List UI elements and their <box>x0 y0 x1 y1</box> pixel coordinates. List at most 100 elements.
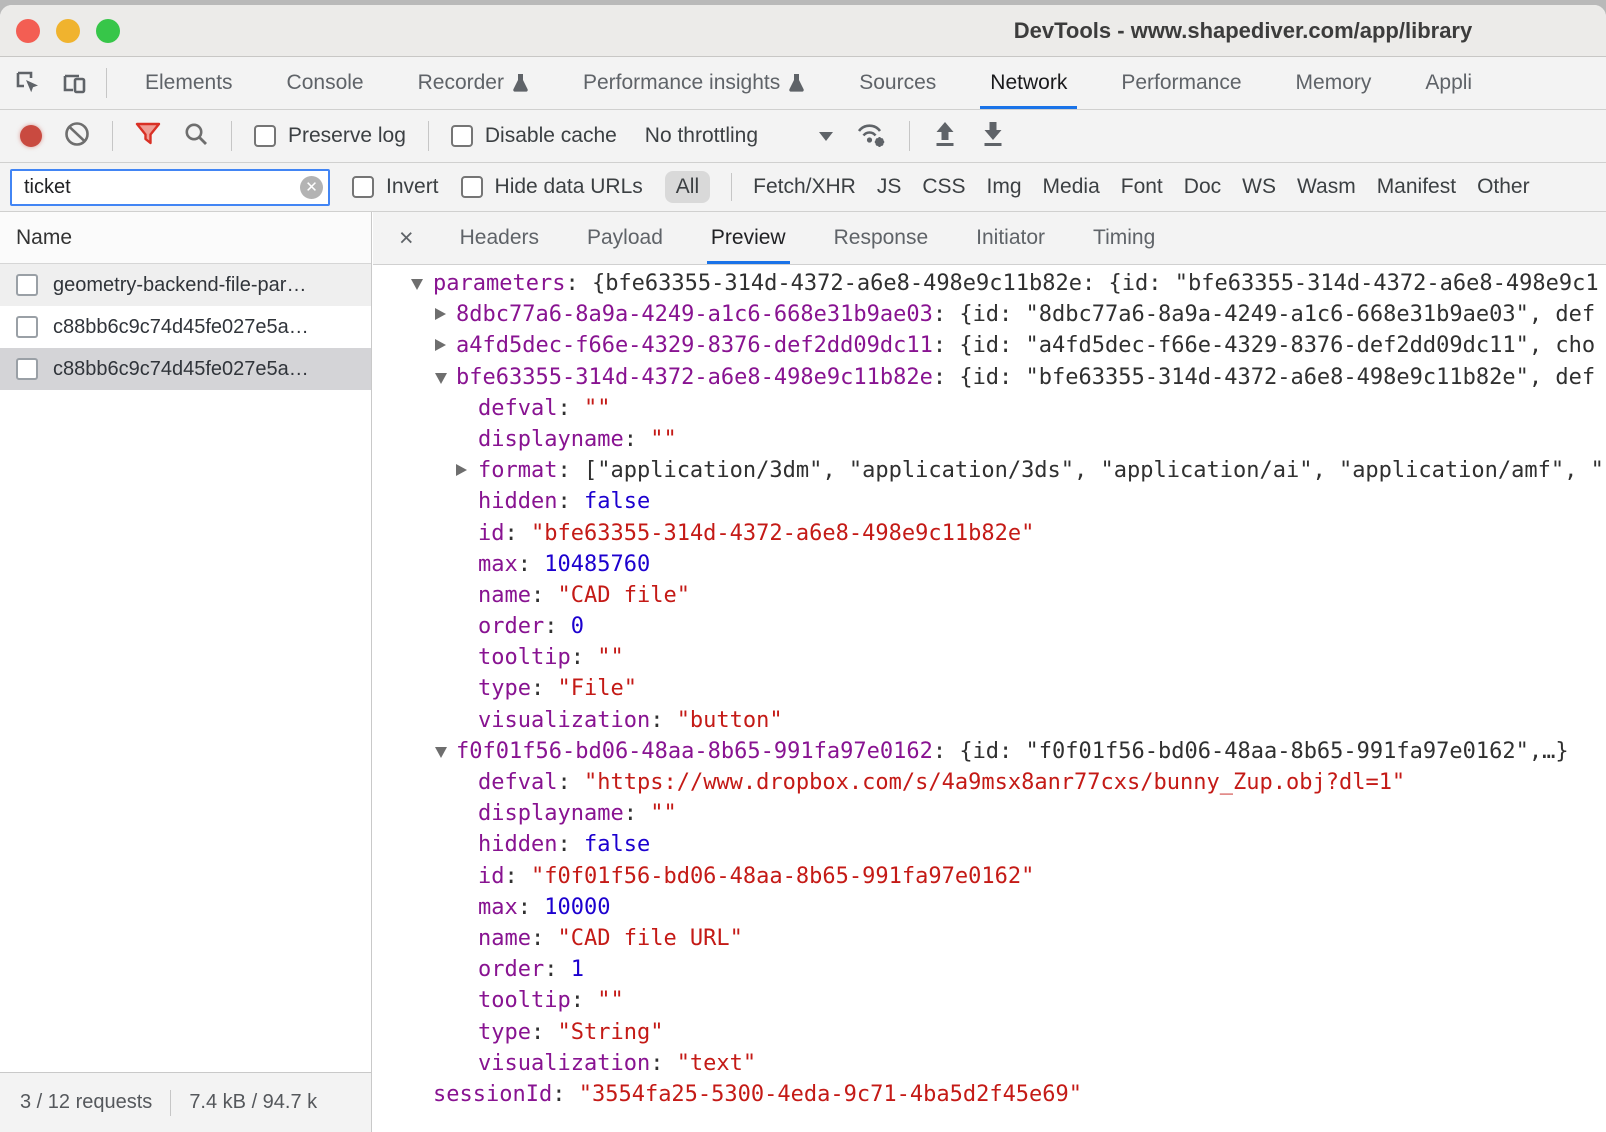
hide-data-urls-toggle[interactable]: Hide data URLs <box>461 175 643 199</box>
export-har-button[interactable] <box>980 120 1006 153</box>
tree-preview-text: : <box>531 583 558 608</box>
tree-row[interactable]: format: ["application/3dm", "application… <box>373 455 1606 486</box>
inspect-element-button[interactable] <box>8 63 48 103</box>
tree-string-value: "" <box>650 801 677 826</box>
detail-tab-response[interactable]: Response <box>830 212 933 264</box>
tree-preview-text: : ["application/3dm", "application/3ds",… <box>557 458 1603 483</box>
tree-key: defval <box>478 396 557 421</box>
network-conditions-button[interactable] <box>855 119 887 154</box>
tree-string-value: "" <box>597 645 624 670</box>
import-har-button[interactable] <box>932 120 958 153</box>
tree-preview-text: : {bfe63355-314d-4372-a6e8-498e9c11b82e:… <box>565 271 1598 296</box>
tree-preview-text: : <box>544 614 571 639</box>
expand-arrow-icon[interactable] <box>435 308 446 320</box>
tree-row: order: 0 <box>373 611 1606 642</box>
zoom-window-button[interactable] <box>96 19 120 43</box>
clear-filter-icon[interactable]: ✕ <box>300 176 323 199</box>
tree-key: order <box>478 957 544 982</box>
filter-type-css[interactable]: CSS <box>922 175 965 199</box>
filter-type-font[interactable]: Font <box>1121 175 1163 199</box>
tree-string-value: "" <box>597 988 624 1013</box>
filter-type-js[interactable]: JS <box>877 175 902 199</box>
tree-row: name: "CAD file URL" <box>373 923 1606 954</box>
invert-toggle[interactable]: Invert <box>352 175 439 199</box>
network-filter-bar: ✕ Invert Hide data URLs All Fetch/XHR JS CS… <box>0 163 1606 212</box>
request-row[interactable]: geometry-backend-file-par… <box>0 264 371 306</box>
disable-cache-checkbox[interactable] <box>451 125 473 147</box>
filter-type-media[interactable]: Media <box>1043 175 1100 199</box>
tree-string-value: "3554fa25-5300-4eda-9c71-4ba5d2f45e69" <box>579 1082 1082 1107</box>
detail-tab-timing[interactable]: Timing <box>1089 212 1159 264</box>
preserve-log-checkbox[interactable] <box>254 125 276 147</box>
request-checkbox[interactable] <box>16 358 38 380</box>
record-network-log-icon[interactable] <box>20 125 42 147</box>
filter-type-other[interactable]: Other <box>1477 175 1530 199</box>
tab-console[interactable]: Console <box>277 57 374 109</box>
tree-row[interactable]: f0f01f56-bd06-48aa-8b65-991fa97e0162: {i… <box>373 736 1606 767</box>
tab-appli[interactable]: Appli <box>1415 57 1482 109</box>
tab-label: Network <box>990 71 1067 95</box>
filter-input[interactable] <box>10 169 330 206</box>
filter-type-manifest[interactable]: Manifest <box>1377 175 1456 199</box>
tree-row: hidden: false <box>373 486 1606 517</box>
collapse-arrow-icon[interactable] <box>411 279 423 290</box>
filter-type-img[interactable]: Img <box>987 175 1022 199</box>
tree-row: tooltip: "" <box>373 642 1606 673</box>
tree-number-value: 0 <box>571 614 584 639</box>
detail-tab-preview[interactable]: Preview <box>707 212 790 264</box>
filter-type-wasm[interactable]: Wasm <box>1297 175 1356 199</box>
tree-row: id: "bfe63355-314d-4372-a6e8-498e9c11b82… <box>373 518 1606 549</box>
filter-type-ws[interactable]: WS <box>1242 175 1276 199</box>
close-window-button[interactable] <box>16 19 40 43</box>
tree-row[interactable]: a4fd5dec-f66e-4329-8376-def2dd09dc11: {i… <box>373 330 1606 361</box>
tree-row[interactable]: bfe63355-314d-4372-a6e8-498e9c11b82e: {i… <box>373 362 1606 393</box>
clear-icon <box>64 121 90 147</box>
toggle-device-toolbar-button[interactable] <box>54 63 94 103</box>
disable-cache-toggle[interactable]: Disable cache <box>451 124 617 148</box>
tree-string-value: "button" <box>677 708 783 733</box>
request-checkbox[interactable] <box>16 316 38 338</box>
request-checkbox[interactable] <box>16 274 38 296</box>
tab-memory[interactable]: Memory <box>1286 57 1382 109</box>
detail-tab-initiator[interactable]: Initiator <box>972 212 1049 264</box>
hide-data-urls-checkbox[interactable] <box>461 176 483 198</box>
filter-type-doc[interactable]: Doc <box>1184 175 1221 199</box>
filter-button[interactable] <box>135 122 161 151</box>
detail-tab-payload[interactable]: Payload <box>583 212 667 264</box>
tab-performance-insights[interactable]: Performance insights <box>573 57 815 109</box>
devtools-tabbar: Elements Console Recorder Performance insig… <box>0 57 1606 110</box>
throttling-value: No throttling <box>645 124 758 148</box>
expand-arrow-icon[interactable] <box>456 464 467 476</box>
request-row[interactable]: c88bb6c9c74d45fe027e5a… <box>0 348 371 390</box>
detail-tab-headers[interactable]: Headers <box>456 212 543 264</box>
collapse-arrow-icon[interactable] <box>435 373 447 384</box>
tree-key: max <box>478 552 518 577</box>
tree-row[interactable]: 8dbc77a6-8a9a-4249-a1c6-668e31b9ae03: {i… <box>373 299 1606 330</box>
filter-type-all[interactable]: All <box>665 171 710 203</box>
close-detail-button[interactable]: × <box>397 212 416 264</box>
tab-network[interactable]: Network <box>980 57 1077 109</box>
tree-string-value: "String" <box>557 1020 663 1045</box>
minimize-window-button[interactable] <box>56 19 80 43</box>
tab-performance[interactable]: Performance <box>1111 57 1251 109</box>
throttling-select[interactable]: No throttling <box>645 124 833 148</box>
invert-checkbox[interactable] <box>352 176 374 198</box>
tab-sources[interactable]: Sources <box>849 57 946 109</box>
tree-row: displayname: "" <box>373 424 1606 455</box>
expand-arrow-icon[interactable] <box>435 339 446 351</box>
tree-row: max: 10000 <box>373 892 1606 923</box>
disable-cache-label: Disable cache <box>485 124 617 148</box>
filter-type-fetch-xhr[interactable]: Fetch/XHR <box>753 175 856 199</box>
tree-row[interactable]: parameters: {bfe63355-314d-4372-a6e8-498… <box>373 268 1606 299</box>
tab-elements[interactable]: Elements <box>135 57 243 109</box>
tree-preview-text: : {id: "a4fd5dec-f66e-4329-8376-def2dd09… <box>933 333 1595 358</box>
request-row[interactable]: c88bb6c9c74d45fe027e5a… <box>0 306 371 348</box>
collapse-arrow-icon[interactable] <box>435 747 447 758</box>
name-column-header[interactable]: Name <box>0 212 371 264</box>
clear-network-log-button[interactable] <box>64 121 90 152</box>
tab-recorder[interactable]: Recorder <box>408 57 539 109</box>
search-button[interactable] <box>183 121 209 152</box>
tree-row: visualization: "button" <box>373 705 1606 736</box>
preserve-log-toggle[interactable]: Preserve log <box>254 124 406 148</box>
request-name: c88bb6c9c74d45fe027e5a… <box>53 316 309 339</box>
